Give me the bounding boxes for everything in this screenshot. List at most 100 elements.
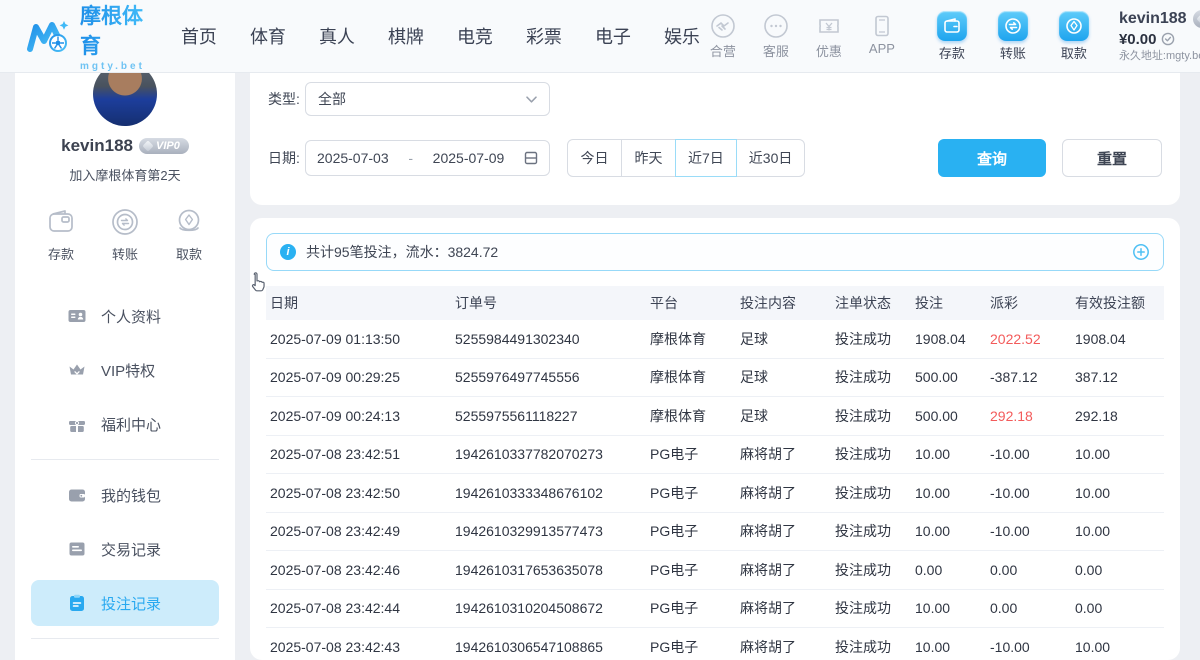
quicklinks-blue: 存款 转账 取款 (929, 11, 1097, 62)
quicklink-app[interactable]: APP (859, 13, 905, 60)
summary-bar: i 共计95笔投注，流水：3824.72 (266, 233, 1164, 271)
cell-payout: 0.00 (986, 562, 1071, 578)
calendar-icon (524, 151, 538, 165)
cell-status: 投注成功 (831, 367, 911, 387)
expand-plus-icon[interactable] (1132, 243, 1150, 261)
sidebar-item-redeem[interactable]: R 兑奖记录 (31, 651, 219, 660)
user-info-block: kevin188 VIP0 ¥0.00 永久地址:mgty.bet (1119, 9, 1200, 64)
refresh-balance-icon[interactable] (1161, 32, 1175, 46)
nav-item-live[interactable]: 真人 (319, 23, 355, 49)
sidebar-deposit-button[interactable]: 存款 (45, 206, 77, 263)
cell-status: 投注成功 (831, 444, 911, 464)
nav-item-slots[interactable]: 电子 (595, 23, 631, 49)
sidebar-action-label: 转账 (112, 244, 138, 263)
nav-item-cards[interactable]: 棋牌 (388, 23, 424, 49)
nav-item-esports[interactable]: 电竞 (457, 23, 493, 49)
transfer-icon (109, 206, 141, 238)
cell-payout: 2022.52 (986, 331, 1071, 347)
quicklink-support[interactable]: 客服 (753, 13, 799, 60)
cell-bet-amount: 10.00 (911, 446, 986, 462)
table-row: 2025-07-08 23:42:51 1942610337782070273 … (266, 436, 1164, 475)
navbar-right: 合营 客服 (700, 9, 1200, 64)
cell-bet-content: 麻将胡了 (736, 483, 831, 503)
table-row: 2025-07-08 23:42:50 1942610333348676102 … (266, 474, 1164, 513)
range-last7days-button[interactable]: 近7日 (675, 139, 737, 177)
sidebar-item-label: 交易记录 (101, 539, 161, 560)
sidebar-item-label: 投注记录 (101, 593, 161, 614)
table-body: 2025-07-09 01:13:50 5255984491302340 摩根体… (266, 320, 1164, 660)
sidebar-item-welfare[interactable]: 福利中心 (31, 401, 219, 447)
joined-days-text: 加入摩根体育第2天 (69, 165, 180, 184)
nav-item-entertainment[interactable]: 娱乐 (664, 23, 700, 49)
cell-bet-content: 麻将胡了 (736, 637, 831, 657)
id-card-icon (67, 306, 87, 326)
bet-records-table: 日期 订单号 平台 投注内容 注单状态 投注 派彩 有效投注额 2025-07-… (266, 286, 1164, 660)
quicklink-label: 合营 (710, 41, 736, 60)
nav-item-home[interactable]: 首页 (181, 23, 217, 49)
quicklink-promo[interactable]: 优惠 (806, 13, 852, 60)
transfer-button[interactable]: 转账 (990, 11, 1036, 62)
sidebar-item-profile[interactable]: 个人资料 (31, 293, 219, 339)
filter-panel: 类型: 全部 日期: 2025-07-03 - 2025-07-09 (250, 72, 1180, 205)
sidebar-item-label: VIP特权 (101, 360, 155, 381)
wallet-icon (67, 485, 87, 505)
cell-platform: PG电子 (646, 560, 736, 580)
range-today-button[interactable]: 今日 (567, 139, 622, 177)
sidebar-item-transactions[interactable]: 交易记录 (31, 526, 219, 572)
brand-logo-icon (26, 15, 72, 57)
brand-logo[interactable]: 摩根体育 mgty.bet (26, 0, 145, 72)
cell-order-number: 5255984491302340 (451, 331, 646, 347)
nav-item-sports[interactable]: 体育 (250, 23, 286, 49)
sidebar-item-wallet[interactable]: 我的钱包 (31, 472, 219, 518)
cell-payout: 292.18 (986, 408, 1071, 424)
sidebar-action-label: 取款 (176, 244, 202, 263)
sidebar-item-label: 个人资料 (101, 306, 161, 327)
quicklink-label: 客服 (763, 41, 789, 60)
cell-bet-content: 麻将胡了 (736, 521, 831, 541)
cell-platform: 摩根体育 (646, 367, 736, 387)
date-separator: - (408, 150, 413, 166)
reset-button[interactable]: 重置 (1062, 139, 1162, 177)
col-header-status: 注单状态 (831, 293, 911, 313)
mobile-app-icon (869, 13, 895, 39)
withdraw-button[interactable]: 取款 (1051, 11, 1097, 62)
info-icon: i (280, 244, 296, 260)
sidebar-item-vip[interactable]: VIP特权 (31, 347, 219, 393)
sidebar: kevin188 VIP0 加入摩根体育第2天 存款 (15, 72, 235, 660)
cell-payout: -10.00 (986, 485, 1071, 501)
sidebar-item-bet-records[interactable]: 投注记录 (31, 580, 219, 626)
chevron-down-icon (526, 96, 537, 103)
cell-payout: -10.00 (986, 639, 1071, 655)
cell-payout: -10.00 (986, 446, 1071, 462)
cell-payout: 0.00 (986, 600, 1071, 616)
sidebar-actions: 存款 转账 取款 (45, 206, 205, 263)
nav-item-lottery[interactable]: 彩票 (526, 23, 562, 49)
deposit-wallet-icon (937, 11, 967, 41)
sidebar-menu: 个人资料 VIP特权 (15, 285, 235, 660)
cell-status: 投注成功 (831, 521, 911, 541)
cell-order-number: 5255975561118227 (451, 408, 646, 424)
cell-bet-amount: 10.00 (911, 485, 986, 501)
date-range-input[interactable]: 2025-07-03 - 2025-07-09 (305, 140, 550, 176)
type-select[interactable]: 全部 (305, 82, 550, 116)
crown-icon (67, 360, 87, 380)
quicklink-label: APP (869, 41, 895, 56)
range-yesterday-button[interactable]: 昨天 (621, 139, 676, 177)
cell-platform: PG电子 (646, 598, 736, 618)
table-row: 2025-07-09 00:24:13 5255975561118227 摩根体… (266, 397, 1164, 436)
col-header-order: 订单号 (451, 293, 646, 313)
range-last30days-button[interactable]: 近30日 (736, 139, 806, 177)
sidebar-withdraw-button[interactable]: 取款 (173, 206, 205, 263)
sidebar-transfer-button[interactable]: 转账 (109, 206, 141, 263)
search-button[interactable]: 查询 (938, 139, 1046, 177)
cell-platform: 摩根体育 (646, 329, 736, 349)
balance-amount: ¥0.00 (1119, 30, 1157, 50)
quicklink-partner[interactable]: 合营 (700, 13, 746, 60)
sidebar-username: kevin188 (61, 136, 133, 156)
cell-date: 2025-07-08 23:42:43 (266, 639, 451, 655)
cell-valid-amount: 1908.04 (1071, 331, 1164, 347)
deposit-button[interactable]: 存款 (929, 11, 975, 62)
brand-title: 摩根体育 (80, 0, 145, 60)
cell-order-number: 1942610333348676102 (451, 485, 646, 501)
col-header-content: 投注内容 (736, 293, 831, 313)
